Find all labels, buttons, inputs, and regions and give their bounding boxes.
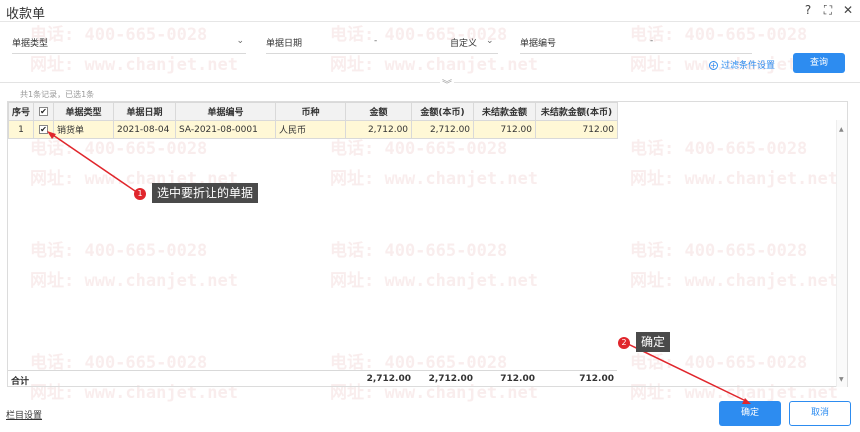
- close-icon[interactable]: ✕: [842, 3, 854, 17]
- col-header-currency[interactable]: 币种: [275, 102, 347, 121]
- row-amount-base: 2,712.00: [411, 120, 475, 139]
- window-controls: ? ⛶ ✕: [802, 3, 854, 17]
- scroll-down-icon[interactable]: ▼: [839, 376, 844, 383]
- callout-badge-1: 1: [134, 188, 146, 200]
- document-table: 序号 ✔ 单据类型 单据日期 单据编号 币种 金额 金额(本币) 未结款金额 未…: [7, 102, 619, 139]
- row-no: 1: [7, 120, 35, 139]
- row-select-cell[interactable]: ✔: [33, 120, 55, 139]
- advanced-filter-label: 过滤条件设置: [721, 61, 776, 71]
- row-code: SA-2021-08-0001: [175, 120, 277, 139]
- doc-type-label: 单据类型: [12, 39, 49, 49]
- collapse-toggle[interactable]: ︾: [0, 76, 860, 91]
- scroll-up-icon[interactable]: ▲: [839, 126, 844, 133]
- callout-2: 确定: [636, 332, 671, 352]
- col-header-select[interactable]: ✔: [33, 102, 55, 121]
- select-all-checkbox[interactable]: ✔: [39, 106, 49, 116]
- totals-amount: 2,712.00: [366, 374, 411, 384]
- row-unsettled: 712.00: [473, 120, 537, 139]
- row-amount: 2,712.00: [345, 120, 413, 139]
- ok-button[interactable]: 确定: [719, 401, 781, 426]
- document-grid: 序号 ✔ 单据类型 单据日期 单据编号 币种 金额 金额(本币) 未结款金额 未…: [7, 101, 848, 387]
- chevron-down-icon: ⌄: [486, 36, 494, 46]
- totals-amount-base: 2,712.00: [428, 374, 473, 384]
- col-header-amount-base[interactable]: 金额(本币): [411, 102, 475, 121]
- col-header-code[interactable]: 单据编号: [175, 102, 277, 121]
- totals-unsettled: 712.00: [500, 374, 535, 384]
- doc-no-label: 单据编号: [520, 39, 557, 49]
- window-title: 收款单: [6, 7, 46, 22]
- doc-date-label: 单据日期: [266, 39, 303, 49]
- column-settings-link[interactable]: 栏目设置: [6, 408, 42, 421]
- row-checkbox[interactable]: ✔: [39, 124, 49, 134]
- divider: [0, 82, 860, 83]
- date-mode-select[interactable]: 自定义: [450, 36, 477, 49]
- receipt-dialog: 电话: 400-665-0028 网址: www.chanjet.net 电话: 4…: [0, 0, 860, 432]
- totals-row: 合计 2,712.00 2,712.00 712.00 712.00: [8, 370, 617, 388]
- help-icon[interactable]: ?: [802, 3, 814, 17]
- doc-date-range[interactable]: 单据日期 - 自定义 ⌄: [266, 34, 498, 54]
- double-chevron-down-icon[interactable]: ︾: [440, 76, 454, 91]
- table-row[interactable]: 1 ✔ 销货单 2021-08-04 SA-2021-08-0001 人民币 2…: [7, 120, 619, 139]
- vertical-scrollbar[interactable]: ▲ ▼: [836, 120, 847, 387]
- totals-unsettled-base: 712.00: [579, 374, 614, 384]
- record-summary: 共1条记录，已选1条: [20, 90, 95, 99]
- col-header-no[interactable]: 序号: [7, 102, 35, 121]
- doc-no-separator: -: [650, 36, 654, 46]
- row-date: 2021-08-04: [113, 120, 177, 139]
- callout-1: 选中要折让的单据: [152, 183, 259, 203]
- query-button[interactable]: 查询: [793, 53, 845, 73]
- doc-type-select[interactable]: 单据类型 ⌄: [12, 34, 246, 54]
- plus-circle-icon: +: [709, 61, 718, 70]
- maximize-icon[interactable]: ⛶: [822, 3, 834, 17]
- col-header-unsettled[interactable]: 未结款金额: [473, 102, 537, 121]
- row-currency: 人民币: [275, 120, 347, 139]
- callout-badge-2: 2: [618, 337, 630, 349]
- chevron-down-icon: ⌄: [236, 36, 244, 46]
- title-bar: 收款单 ? ⛶ ✕: [0, 0, 860, 22]
- col-header-amount[interactable]: 金额: [345, 102, 413, 121]
- col-header-type[interactable]: 单据类型: [53, 102, 115, 121]
- doc-no-range[interactable]: 单据编号 -: [520, 34, 752, 54]
- advanced-filter-link[interactable]: + 过滤条件设置: [709, 58, 775, 71]
- col-header-unsettled-base[interactable]: 未结款金额(本币): [535, 102, 619, 121]
- date-separator: -: [374, 36, 378, 46]
- cancel-button[interactable]: 取消: [789, 401, 851, 426]
- totals-label: 合计: [11, 377, 30, 387]
- col-header-date[interactable]: 单据日期: [113, 102, 177, 121]
- table-header-row: 序号 ✔ 单据类型 单据日期 单据编号 币种 金额 金额(本币) 未结款金额 未…: [7, 102, 619, 121]
- row-type: 销货单: [53, 120, 115, 139]
- row-unsettled-base: 712.00: [535, 120, 619, 139]
